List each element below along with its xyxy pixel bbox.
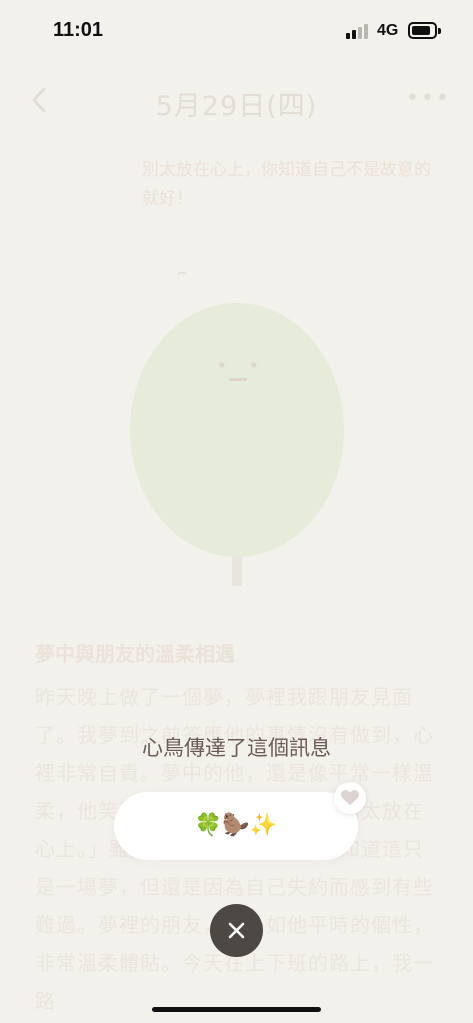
signal-strength-icon: [346, 24, 370, 39]
entry-title: 夢中與朋友的溫柔相遇: [35, 642, 235, 666]
status-bar: 11:01 4G: [0, 0, 473, 60]
like-button[interactable]: [334, 782, 366, 814]
status-time: 11:01: [53, 19, 104, 41]
close-icon: [228, 922, 245, 939]
message-card: 🍀🦫✨: [114, 792, 358, 860]
close-button[interactable]: [210, 904, 263, 957]
speech-bubble-text: 別太放在心上，你知道自己不是故意的就好！: [142, 160, 431, 209]
page-title: 5月29日(四): [155, 91, 318, 122]
more-dots-icon: •••: [406, 86, 451, 111]
heart-bird-illustration: [120, 260, 360, 590]
modal-caption: 心鳥傳達了這個訊息: [142, 736, 331, 760]
more-button[interactable]: •••: [406, 88, 449, 110]
battery-icon: [408, 22, 441, 39]
network-type: 4G: [377, 22, 399, 39]
page-header: 5月29日(四) •••: [0, 60, 473, 140]
heart-icon: [341, 790, 359, 805]
message-emojis: 🍀🦫✨: [194, 813, 278, 838]
home-indicator[interactable]: [152, 1007, 321, 1012]
diary-page: 5月29日(四) ••• 別太放在心上，你知道自己不是故意的就好！ 夢中與朋友的…: [0, 60, 473, 1023]
